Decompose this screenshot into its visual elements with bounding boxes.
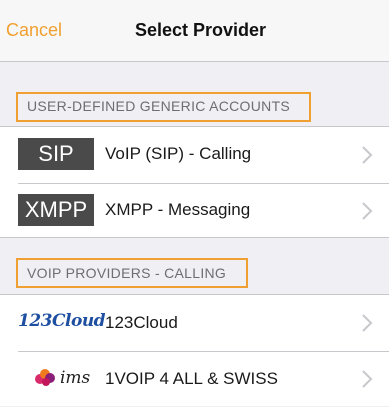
voip-providers-list: 123Cloud 123Cloud ims 1VOIP 4 ALL & SWIS… <box>0 294 389 406</box>
section-header-generic-accounts: USER-DEFINED GENERIC ACCOUNTS <box>0 92 389 122</box>
section-header-label: USER-DEFINED GENERIC ACCOUNTS <box>27 98 291 114</box>
list-item-label: VoIP (SIP) - Calling <box>105 144 252 163</box>
ims-logo: ims <box>34 368 90 388</box>
section-header-label: VOIP PROVIDERS - CALLING <box>27 265 227 281</box>
list-item-123cloud[interactable]: 123Cloud 123Cloud <box>0 295 389 351</box>
list-item-label: 123Cloud <box>105 313 178 332</box>
list-item-1voip[interactable]: ims 1VOIP 4 ALL & SWISS <box>0 351 389 407</box>
logo-text: ims <box>60 368 91 388</box>
list-item-label: XMPP - Messaging <box>105 200 251 219</box>
list-item-label: 1VOIP 4 ALL & SWISS <box>105 369 278 388</box>
logo-text: 123Cloud <box>18 311 106 331</box>
123cloud-logo: 123Cloud <box>18 311 106 331</box>
chevron-right-icon <box>362 202 373 220</box>
sip-badge: SIP <box>18 138 94 170</box>
section-header-voip-providers: VOIP PROVIDERS - CALLING <box>0 258 389 288</box>
chevron-right-icon <box>362 370 373 388</box>
generic-accounts-list: SIP VoIP (SIP) - Calling XMPP XMPP - Mes… <box>0 126 389 238</box>
page-title: Select Provider <box>134 20 267 40</box>
list-item-sip[interactable]: SIP VoIP (SIP) - Calling <box>0 127 389 183</box>
list-item-xmpp[interactable]: XMPP XMPP - Messaging <box>0 183 389 239</box>
navigation-bar: Cancel Select Provider <box>0 0 389 62</box>
chevron-right-icon <box>362 146 373 164</box>
ims-flower-icon <box>35 369 55 386</box>
xmpp-badge: XMPP <box>18 194 94 226</box>
chevron-right-icon <box>362 314 373 332</box>
